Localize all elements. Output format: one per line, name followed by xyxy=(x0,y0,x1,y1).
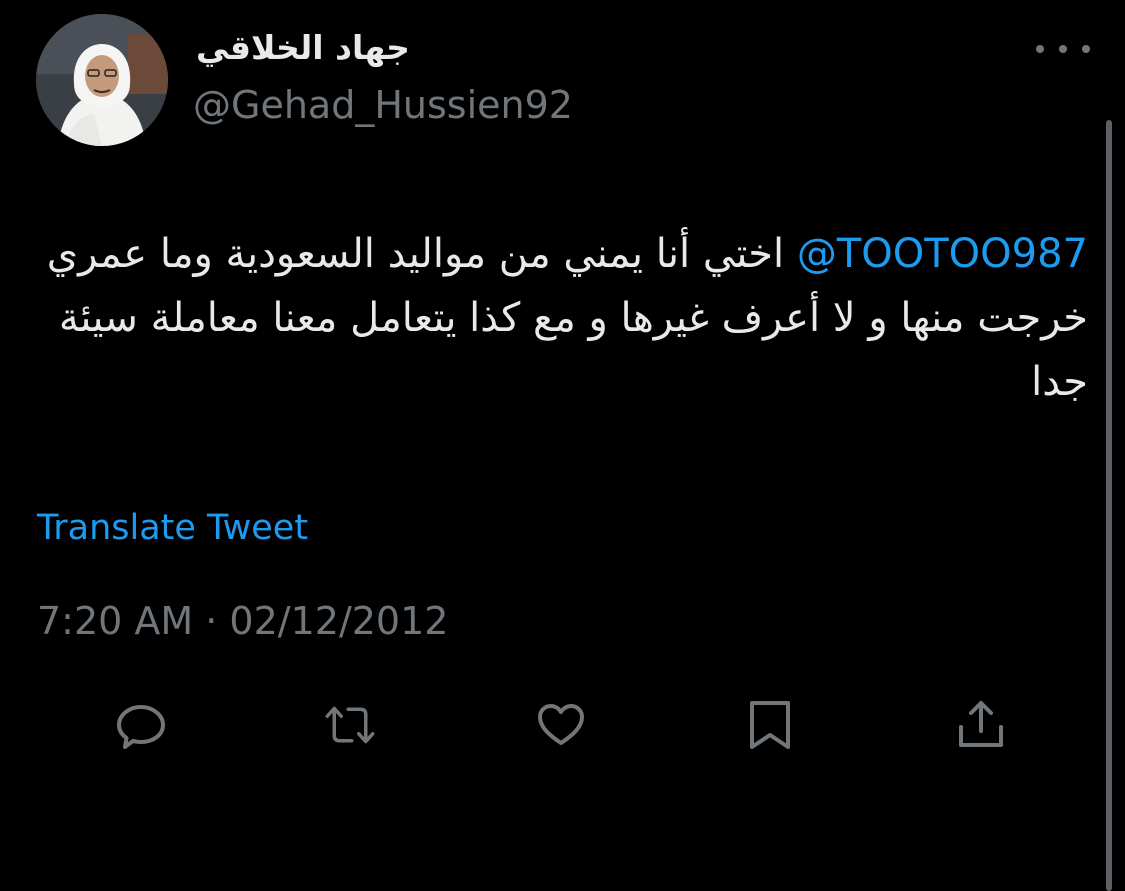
more-options-icon[interactable] xyxy=(1036,34,1090,64)
like-button[interactable] xyxy=(533,697,589,753)
retweet-icon xyxy=(325,706,375,744)
share-icon xyxy=(959,701,1003,747)
heart-icon xyxy=(538,704,584,745)
scrollbar[interactable] xyxy=(1106,120,1112,891)
avatar[interactable] xyxy=(36,14,168,146)
author-display-name[interactable]: جهاد الخلاقي xyxy=(196,26,456,70)
reply-button[interactable] xyxy=(113,697,169,753)
translate-tweet-link[interactable]: Translate Tweet xyxy=(37,506,308,550)
tweet-timestamp[interactable]: 7:20 AM · 02/12/2012 xyxy=(37,596,448,646)
tweet-text: @TOOTOO987 اختي أنا يمني من مواليد السعو… xyxy=(36,222,1088,414)
author-handle[interactable]: @Gehad_Hussien92 xyxy=(193,80,573,130)
retweet-button[interactable] xyxy=(322,697,378,753)
share-button[interactable] xyxy=(953,697,1009,753)
mention-link[interactable]: @TOOTOO987 xyxy=(797,231,1088,277)
speech-bubble-icon xyxy=(117,705,165,749)
bookmark-button[interactable] xyxy=(742,697,798,753)
bookmark-icon xyxy=(750,701,790,749)
avatar-image xyxy=(36,14,168,146)
